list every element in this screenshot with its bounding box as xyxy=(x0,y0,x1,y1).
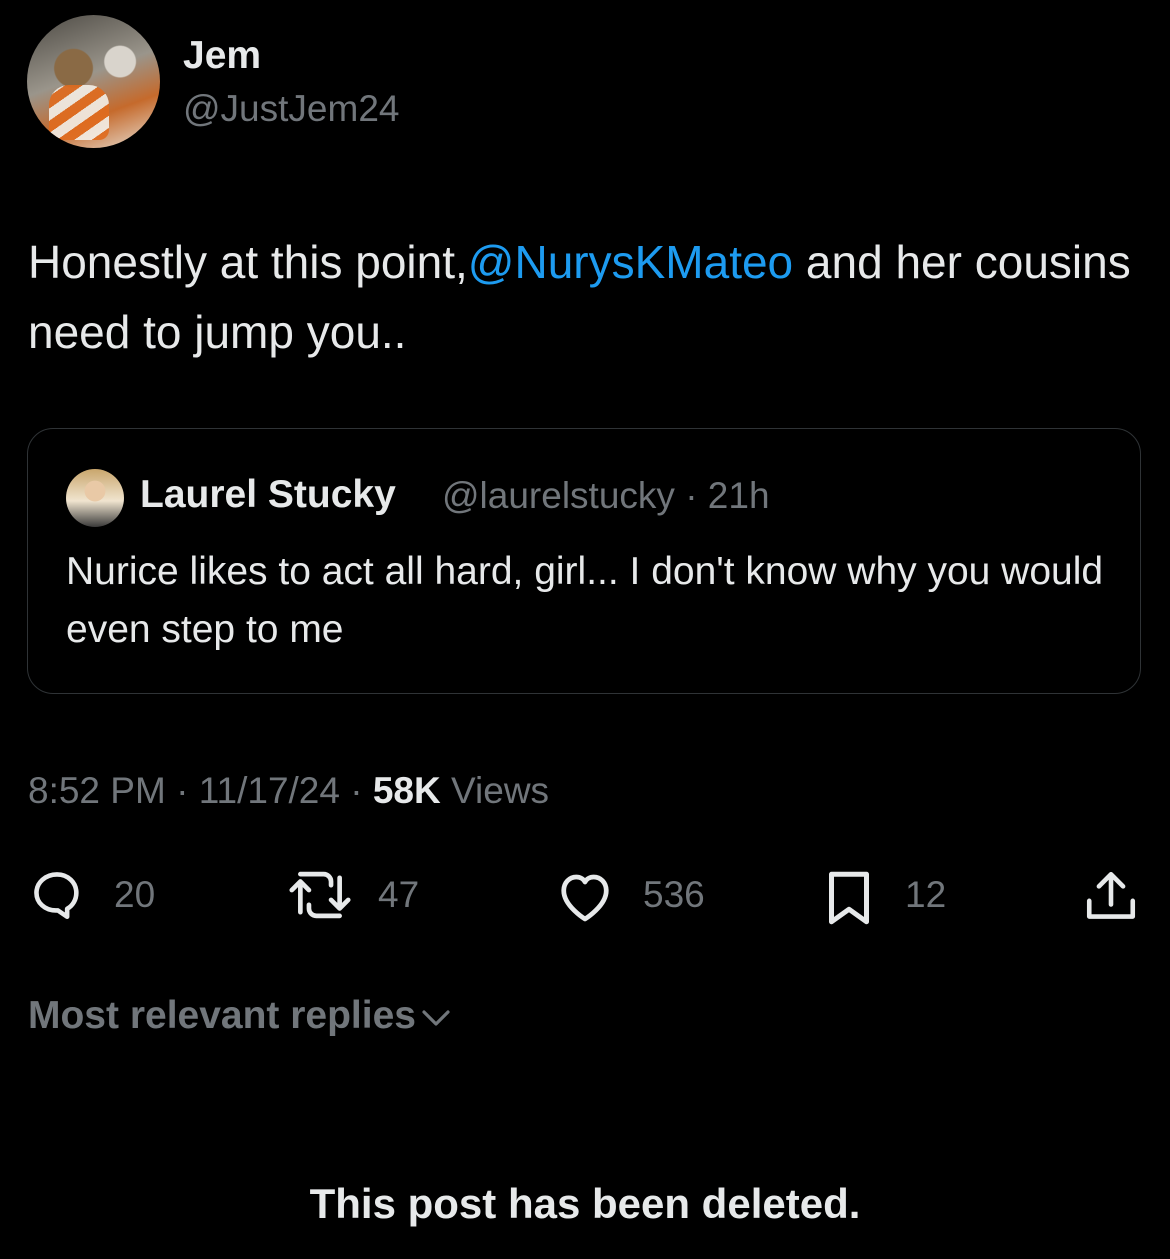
meta-separator: · xyxy=(339,770,373,811)
quoted-author-handle: @laurelstucky xyxy=(442,475,675,516)
bookmark-icon[interactable] xyxy=(824,868,874,928)
share-icon[interactable] xyxy=(1082,868,1140,924)
reply-icon[interactable] xyxy=(28,866,86,924)
bookmark-count: 12 xyxy=(905,874,947,915)
quoted-text: Nurice likes to act all hard, girl... I … xyxy=(66,550,1104,651)
quoted-tweet[interactable]: Laurel Stucky @laurelstucky · 21h Nurice… xyxy=(27,428,1141,694)
repost-icon[interactable] xyxy=(287,868,353,922)
author-handle[interactable]: @JustJem24 xyxy=(183,88,399,130)
author-avatar[interactable] xyxy=(27,15,160,148)
quoted-author-handle-time: @laurelstucky · 21h xyxy=(442,475,770,517)
meta-separator: · xyxy=(165,770,199,811)
replies-sort-dropdown[interactable]: Most relevant replies xyxy=(28,994,452,1038)
tweet-text: Honestly at this point,@NurysKMateo and … xyxy=(28,227,1138,367)
views-count: 58K xyxy=(372,770,441,811)
tweet-date[interactable]: 11/17/24 xyxy=(199,770,340,811)
repost-count: 47 xyxy=(378,874,420,915)
reply-count: 20 xyxy=(114,874,156,915)
like-icon[interactable] xyxy=(555,868,615,924)
quoted-author-avatar[interactable] xyxy=(66,469,124,527)
like-count: 536 xyxy=(643,874,705,915)
replies-sort-label: Most relevant replies xyxy=(28,994,416,1037)
views-label: Views xyxy=(440,770,550,811)
mention-link[interactable]: @NurysKMateo xyxy=(468,236,793,288)
tweet-meta: 8:52 PM · 11/17/24 · 58K Views xyxy=(28,770,549,812)
quoted-author-name: Laurel Stucky xyxy=(140,473,396,516)
quoted-time: · 21h xyxy=(685,475,770,516)
tweet-text-start: Honestly at this point, xyxy=(28,236,468,288)
author-name[interactable]: Jem xyxy=(183,34,261,78)
chevron-down-icon xyxy=(422,1010,450,1026)
deleted-post-notice: This post has been deleted. xyxy=(309,1180,861,1227)
tweet-time[interactable]: 8:52 PM xyxy=(28,770,166,811)
